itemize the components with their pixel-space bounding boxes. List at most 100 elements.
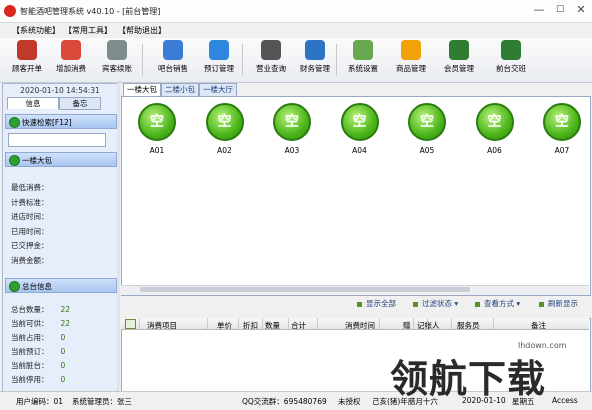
tab-area-2[interactable]: 二楼小包 bbox=[161, 83, 199, 96]
table-map: 空 A01 空 A02 空 A03 空 A04 空 A05 空 A06 空 A07 bbox=[121, 96, 591, 296]
ledger-icon bbox=[305, 40, 325, 60]
grid-column-header[interactable]: 服务员 bbox=[457, 320, 480, 331]
panel-splitter[interactable] bbox=[117, 83, 120, 390]
toolbar-button-label: 系统设置 bbox=[348, 64, 378, 73]
summary-label: 总台信息 bbox=[22, 282, 52, 291]
summary-stat: 当前可供： 22 bbox=[11, 318, 70, 329]
grid-column-header[interactable]: 备注 bbox=[531, 320, 546, 331]
toolbar-button-5[interactable]: 预订管理 bbox=[198, 40, 240, 80]
grid-column-divider[interactable] bbox=[139, 318, 140, 329]
summary-stat: 当前停用： 0 bbox=[11, 374, 65, 385]
info-field-label: 已用时间： bbox=[11, 226, 49, 236]
table-status-icon: 空 bbox=[475, 103, 514, 141]
watermark-text: 领航下载 bbox=[390, 357, 547, 401]
minimize-button[interactable]: — bbox=[530, 2, 548, 18]
database-type: Access bbox=[552, 396, 578, 405]
table-status-icon: 空 bbox=[138, 103, 176, 141]
filter-status-button[interactable]: 过滤状态 ▾ bbox=[413, 298, 458, 309]
search-icon bbox=[261, 40, 281, 60]
summary-stat-value: 0 bbox=[60, 333, 66, 342]
summary-header[interactable]: 总台信息 bbox=[5, 278, 117, 293]
left-panel: 2020-01-10 14:54:31 信息 备忘 快速检索[F12] 一楼大包… bbox=[2, 83, 118, 392]
tab-area-1[interactable]: 一楼大包 bbox=[123, 83, 161, 96]
scrollbar-thumb[interactable] bbox=[140, 287, 470, 292]
grid-column-header[interactable]: 消费时间 bbox=[345, 320, 375, 331]
toolbar-button-3[interactable]: 宾客续账 bbox=[96, 40, 138, 80]
toolbar-button-2[interactable]: 增加消费 bbox=[50, 40, 92, 80]
grid-column-divider[interactable] bbox=[427, 318, 428, 329]
grid-column-divider[interactable] bbox=[493, 318, 494, 329]
table-card-a05[interactable]: 空 A05 bbox=[402, 103, 452, 158]
star-icon bbox=[401, 40, 421, 60]
summary-stat-label: 当前占用： bbox=[11, 333, 49, 342]
grid-column-divider[interactable] bbox=[317, 318, 318, 329]
close-button[interactable]: ✕ bbox=[572, 2, 590, 18]
grid-column-divider[interactable] bbox=[288, 318, 289, 329]
excel-export-icon[interactable] bbox=[125, 319, 136, 329]
grid-column-divider[interactable] bbox=[451, 318, 452, 329]
info-field-label: 最低消费： bbox=[11, 183, 49, 192]
grid-column-header[interactable]: 消费项目 bbox=[147, 320, 177, 331]
table-name: A06 bbox=[487, 146, 502, 155]
grid-column-divider[interactable] bbox=[207, 318, 208, 329]
summary-stat: 当前预订： 0 bbox=[11, 346, 65, 357]
summary-stat: 当前脏台： 0 bbox=[11, 360, 65, 371]
refresh-button[interactable]: 刷新显示 bbox=[539, 298, 578, 309]
toolbar-button-label: 顾客开单 bbox=[12, 64, 42, 73]
table-card-a04[interactable]: 空 A04 bbox=[335, 103, 385, 158]
grid-column-header[interactable]: 折扣 bbox=[243, 320, 258, 331]
info-field-label: 已交押金： bbox=[11, 241, 49, 250]
table-card-a07[interactable]: 空 A07 bbox=[537, 103, 587, 158]
show-all-button[interactable]: 显示全部 bbox=[357, 298, 396, 309]
grid-column-header[interactable]: 合计 bbox=[291, 320, 306, 331]
toolbar-button-8[interactable]: 系统设置 bbox=[342, 40, 384, 80]
toolbar-button-1[interactable]: 顾客开单 bbox=[6, 40, 48, 80]
toolbar-button-9[interactable]: 商品管理 bbox=[390, 40, 432, 80]
grid-column-divider[interactable] bbox=[379, 318, 380, 329]
menu-help-exit[interactable]: 【帮助退出】 bbox=[118, 25, 166, 36]
quick-search-input[interactable] bbox=[8, 133, 106, 147]
summary-stat: 总台数量： 22 bbox=[11, 304, 70, 315]
tab-memo[interactable]: 备忘 bbox=[59, 97, 101, 110]
toolbar-button-label: 增加消费 bbox=[56, 64, 86, 73]
grid-column-divider[interactable] bbox=[413, 318, 414, 329]
area-info-label: 一楼大包 bbox=[22, 156, 52, 165]
cubes-icon bbox=[61, 40, 81, 60]
operator-name: 系统管理员：张三 bbox=[72, 397, 132, 406]
table-status-icon: 空 bbox=[340, 103, 379, 141]
toolbar-separator bbox=[242, 44, 243, 76]
summary-stat-value: 0 bbox=[60, 361, 66, 370]
toolbar-button-10[interactable]: 会员管理 bbox=[438, 40, 480, 80]
table-card-a02[interactable]: 空 A02 bbox=[200, 103, 250, 158]
app-icon bbox=[4, 5, 16, 17]
grid-column-header[interactable]: 数量 bbox=[265, 320, 280, 331]
menu-system[interactable]: 【系统功能】 bbox=[12, 25, 60, 36]
toolbar-button-6[interactable]: 营业查询 bbox=[250, 40, 292, 80]
grid-column-divider[interactable] bbox=[262, 318, 263, 329]
toolbar-button-label: 预订管理 bbox=[204, 64, 234, 73]
area-info-header[interactable]: 一楼大包 bbox=[5, 152, 117, 167]
toolbar-button-7[interactable]: 财务管理 bbox=[294, 40, 336, 80]
table-status-icon: 空 bbox=[205, 103, 244, 141]
toolbar-button-4[interactable]: 吧台销售 bbox=[152, 40, 194, 80]
table-name: A07 bbox=[554, 146, 570, 155]
tab-info[interactable]: 信息 bbox=[7, 97, 59, 109]
grid-column-header[interactable]: 赠 bbox=[403, 320, 411, 331]
grid-column-header[interactable]: 记帐人 bbox=[417, 320, 440, 331]
table-name: A02 bbox=[217, 146, 232, 155]
grid-column-header[interactable]: 单价 bbox=[217, 320, 232, 331]
table-card-a01[interactable]: 空 A01 bbox=[132, 103, 182, 158]
table-card-a06[interactable]: 空 A06 bbox=[470, 103, 520, 158]
customer-icon bbox=[17, 40, 37, 60]
toolbar-button-label: 会员管理 bbox=[444, 64, 474, 73]
view-mode-button[interactable]: 查看方式 ▾ bbox=[475, 298, 520, 309]
table-status-icon: 空 bbox=[543, 103, 581, 141]
toolbar-button-11[interactable]: 前台交班 bbox=[490, 40, 532, 80]
tab-area-3[interactable]: 一楼大厅 bbox=[199, 83, 237, 96]
status-dot-icon bbox=[9, 117, 20, 128]
maximize-button[interactable]: ☐ bbox=[551, 2, 569, 18]
table-card-a03[interactable]: 空 A03 bbox=[267, 103, 317, 158]
quick-search-header[interactable]: 快速检索[F12] bbox=[5, 114, 117, 129]
grid-column-divider[interactable] bbox=[238, 318, 239, 329]
menu-tools[interactable]: 【常用工具】 bbox=[64, 25, 112, 36]
